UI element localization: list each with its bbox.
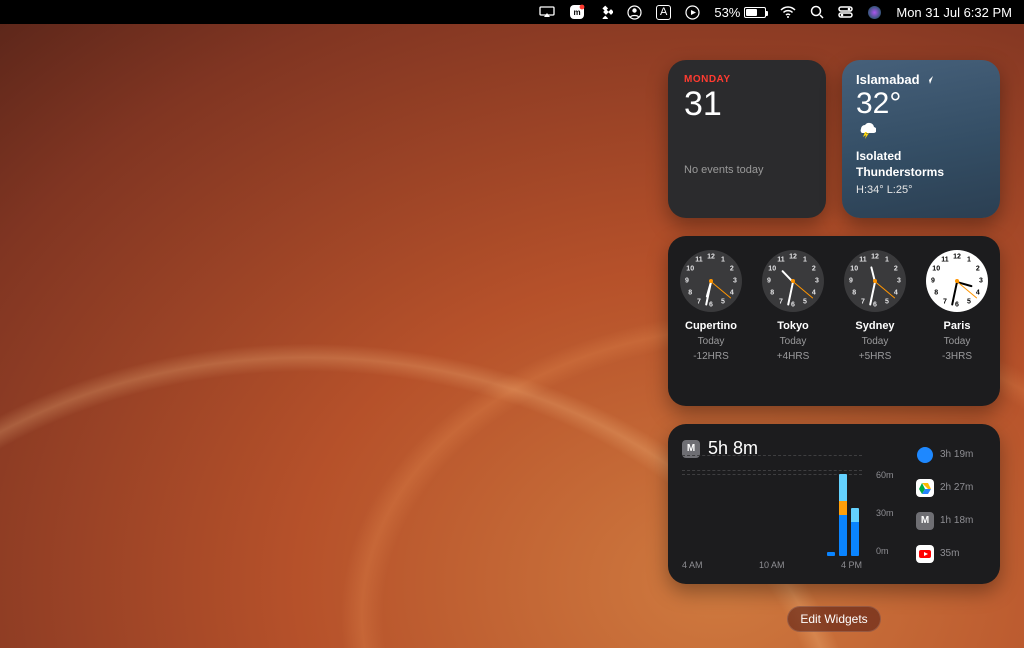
- clock-paris: 123456789101112 Paris Today -3HRS: [926, 250, 988, 362]
- screen-time-app-duration: 2h 27m: [940, 482, 973, 493]
- usage-bar: [827, 552, 835, 556]
- clock-offset: -3HRS: [942, 351, 972, 362]
- m-app-icon: M: [916, 512, 934, 530]
- calendar-weekday: MONDAY: [684, 74, 810, 85]
- usage-bar: [851, 508, 859, 556]
- youtube-icon: [916, 545, 934, 563]
- calendar-message: No events today: [684, 164, 810, 176]
- screen-time-app: 2h 27m: [916, 479, 986, 497]
- menu-bar: m A 53% Mon 31 Jul 6:32 PM: [0, 0, 1024, 24]
- screen-time-app-duration: 35m: [940, 548, 959, 559]
- battery-percent: 53%: [714, 5, 740, 20]
- control-center-icon[interactable]: [838, 6, 853, 18]
- clock-day: Today: [944, 336, 971, 347]
- clock-face: 123456789101112: [762, 250, 824, 312]
- drive-icon: [916, 479, 934, 497]
- clock-offset: -12HRS: [693, 351, 729, 362]
- safari-icon: [916, 446, 934, 464]
- clock-city: Paris: [944, 320, 971, 332]
- clock-face: 123456789101112: [680, 250, 742, 312]
- clock-tokyo: 123456789101112 Tokyo Today +4HRS: [762, 250, 824, 362]
- battery-icon: [744, 7, 766, 18]
- weather-location: Islamabad: [856, 72, 920, 87]
- input-source-label: A: [660, 6, 667, 19]
- screen-time-app: 35m: [916, 545, 986, 563]
- clock-day: Today: [862, 336, 889, 347]
- y-tick: 60m: [876, 470, 902, 480]
- clock-face: 123456789101112: [844, 250, 906, 312]
- y-tick: 0m: [876, 546, 902, 556]
- input-source[interactable]: A: [656, 5, 671, 20]
- now-playing-icon[interactable]: [685, 5, 700, 20]
- clock-day: Today: [698, 336, 725, 347]
- spotlight-icon[interactable]: [810, 5, 824, 19]
- edit-widgets-button[interactable]: Edit Widgets: [787, 606, 880, 632]
- screen-time-app-duration: 3h 19m: [940, 449, 973, 460]
- apps-icon[interactable]: [599, 5, 613, 19]
- siri-icon[interactable]: [867, 5, 882, 20]
- wifi-icon[interactable]: [780, 6, 796, 18]
- weather-condition: Isolated Thunderstorms: [856, 148, 986, 180]
- calendar-day-number: 31: [684, 85, 810, 124]
- screen-time-widget[interactable]: M 5h 8m 60m 30m 0m 4 AM 10 AM 4 PM: [668, 424, 1000, 584]
- clock-offset: +5HRS: [859, 351, 892, 362]
- user-icon[interactable]: [627, 5, 642, 20]
- clock-city: Sydney: [855, 320, 894, 332]
- weather-hi-lo: H:34° L:25°: [856, 184, 986, 196]
- usage-bar: [839, 474, 847, 556]
- weather-temp: 32°: [856, 87, 986, 121]
- world-clock-widget[interactable]: 123456789101112CupertinoToday-12HRS12345…: [668, 236, 1000, 406]
- x-tick: 4 AM: [682, 560, 703, 570]
- notification-center-widgets: MONDAY 31 No events today Islamabad 32° …: [668, 60, 1000, 632]
- location-arrow-icon: [924, 75, 934, 85]
- thunderstorm-icon: [856, 121, 986, 144]
- clock-offset: +4HRS: [777, 351, 810, 362]
- clock-day: Today: [780, 336, 807, 347]
- x-tick: 4 PM: [841, 560, 862, 570]
- calendar-widget[interactable]: MONDAY 31 No events today: [668, 60, 826, 218]
- clock-cupertino: 123456789101112 Cupertino Today -12HRS: [680, 250, 742, 362]
- music-app-icon[interactable]: m: [569, 4, 585, 20]
- screen-time-app-duration: 1h 18m: [940, 515, 973, 526]
- clock-city: Tokyo: [777, 320, 809, 332]
- weather-widget[interactable]: Islamabad 32° Isolated Thunderstorms H:3…: [842, 60, 1000, 218]
- clock-datetime[interactable]: Mon 31 Jul 6:32 PM: [896, 5, 1012, 20]
- screen-time-app: 3h 19m: [916, 446, 986, 464]
- clock-sydney: 123456789101112 Sydney Today +5HRS: [844, 250, 906, 362]
- clock-city: Cupertino: [685, 320, 737, 332]
- airplay-icon[interactable]: [539, 6, 555, 18]
- clock-face: 123456789101112: [926, 250, 988, 312]
- svg-text:m: m: [573, 8, 580, 17]
- screen-time-app: M 1h 18m: [916, 512, 986, 530]
- screen-time-chart: 60m 30m 0m 4 AM 10 AM 4 PM: [682, 469, 902, 570]
- y-tick: 30m: [876, 508, 902, 518]
- battery-status[interactable]: 53%: [714, 5, 766, 20]
- x-tick: 10 AM: [759, 560, 785, 570]
